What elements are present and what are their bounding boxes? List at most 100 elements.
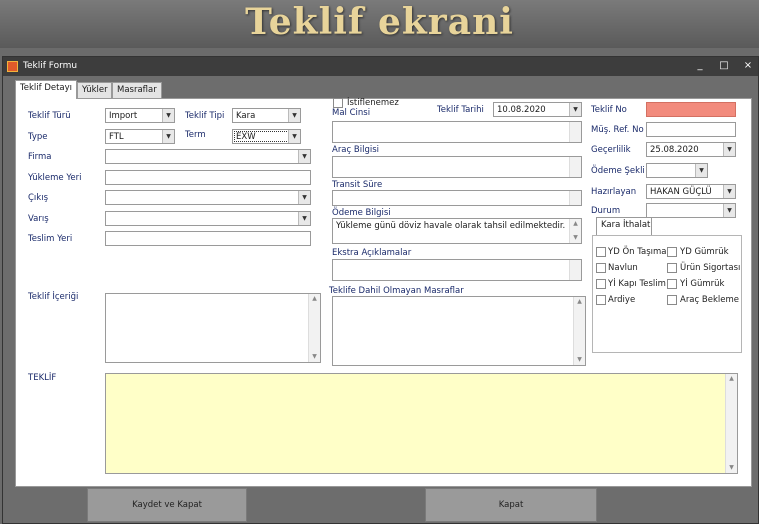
scroll-up-icon[interactable]: ▲	[726, 374, 737, 384]
transit-sure-textarea[interactable]	[332, 190, 582, 206]
scrollbar[interactable]: ▲ ▼	[569, 219, 581, 243]
mal-cinsi-label: Mal Cinsi	[332, 108, 371, 118]
arac-bilgisi-label: Araç Bilgisi	[332, 145, 379, 155]
teklif-icerigi-textarea[interactable]: ▲ ▼	[105, 293, 321, 363]
teklif-turu-label: Teklif Türü	[28, 111, 71, 121]
scroll-up-icon[interactable]: ▲	[574, 297, 585, 307]
form-client-area: Teklif Detayı Yükler Masraflar Teklif Tü…	[3, 76, 758, 523]
transit-sure-label: Transit Süre	[332, 180, 383, 190]
minimize-button[interactable]: _	[691, 59, 709, 73]
teklif-tipi-label: Teklif Tipi	[185, 111, 225, 121]
scrollbar[interactable]: ▲ ▼	[308, 294, 320, 362]
cikis-select[interactable]: ▼	[105, 190, 311, 205]
kaydet-ve-kapat-button[interactable]: Kaydet ve Kapat	[87, 488, 247, 522]
varis-label: Varış	[28, 214, 49, 224]
scroll-down-icon[interactable]: ▼	[570, 233, 581, 243]
arac-bekleme-checkbox[interactable]	[667, 295, 677, 305]
dropdown-arrow-icon[interactable]: ▼	[298, 191, 310, 204]
app-icon	[7, 61, 18, 72]
dropdown-arrow-icon[interactable]: ▼	[162, 109, 174, 122]
varis-select[interactable]: ▼	[105, 211, 311, 226]
ekstra-aciklamalar-label: Ekstra Açıklamalar	[332, 248, 412, 258]
teklif-textarea[interactable]: ▲ ▼	[105, 373, 738, 474]
yi-kapi-teslim-checkbox[interactable]	[596, 279, 606, 289]
gecerlilik-value: 25.08.2020	[650, 145, 699, 155]
term-select[interactable]: EXW ▼	[232, 129, 301, 144]
banner: Teklif ekrani	[0, 0, 759, 48]
dropdown-arrow-icon[interactable]: ▼	[298, 212, 310, 225]
scrollbar[interactable]	[569, 191, 581, 205]
scrollbar[interactable]: ▲ ▼	[573, 297, 585, 365]
kara-ithalat-tab[interactable]: Kara İthalat	[596, 217, 652, 235]
yd-gumruk-checkbox[interactable]	[667, 247, 677, 257]
dropdown-arrow-icon[interactable]: ▼	[162, 130, 174, 143]
dropdown-arrow-icon[interactable]: ▼	[288, 130, 300, 143]
scrollbar[interactable]: ▲ ▼	[725, 374, 737, 473]
dropdown-arrow-icon[interactable]: ▼	[723, 143, 735, 156]
yukleme-yeri-input[interactable]	[105, 170, 311, 185]
teklif-no-input[interactable]	[646, 102, 736, 117]
term-label: Term	[185, 130, 206, 140]
hazirlayan-select[interactable]: HAKAN GÜÇLÜ ▼	[646, 184, 736, 199]
mus-ref-no-input[interactable]	[646, 122, 736, 137]
urun-sigortasi-label: Ürün Sigortası	[680, 263, 741, 273]
dropdown-arrow-icon[interactable]: ▼	[298, 150, 310, 163]
teklif-turu-value: Import	[109, 111, 138, 121]
teslim-yeri-input[interactable]	[105, 231, 311, 246]
dropdown-arrow-icon[interactable]: ▼	[288, 109, 300, 122]
scroll-down-icon[interactable]: ▼	[574, 355, 585, 365]
scroll-up-icon[interactable]: ▲	[570, 219, 581, 229]
urun-sigortasi-checkbox[interactable]	[667, 263, 677, 273]
type-label: Type	[28, 132, 48, 142]
teklif-detayi-panel: Teklif Türü Import ▼ Teklif Tipi Kara ▼ …	[15, 98, 752, 487]
dahil-olmayan-textarea[interactable]: ▲ ▼	[332, 296, 586, 366]
teklif-no-label: Teklif No	[591, 105, 627, 115]
yd-on-tasima-checkbox[interactable]	[596, 247, 606, 257]
odeme-sekli-select[interactable]: ▼	[646, 163, 708, 178]
banner-title: Teklif ekrani	[245, 1, 514, 43]
kapat-button[interactable]: Kapat	[425, 488, 597, 522]
teklif-form-window: Teklif Formu _ □ × Teklif Detayı Yükler …	[2, 56, 759, 524]
mal-cinsi-textarea[interactable]	[332, 121, 582, 143]
yukleme-yeri-label: Yükleme Yeri	[28, 173, 82, 183]
odeme-bilgisi-label: Ödeme Bilgisi	[332, 208, 391, 218]
close-window-button[interactable]: ×	[739, 59, 757, 73]
type-select[interactable]: FTL ▼	[105, 129, 175, 144]
odeme-sekli-label: Ödeme Şekli	[591, 166, 645, 176]
dropdown-arrow-icon[interactable]: ▼	[695, 164, 707, 177]
yi-gumruk-checkbox[interactable]	[667, 279, 677, 289]
scroll-up-icon[interactable]: ▲	[309, 294, 320, 304]
durum-select[interactable]: ▼	[646, 203, 736, 218]
firma-label: Firma	[28, 152, 52, 162]
teklif-tarihi-value: 10.08.2020	[497, 105, 546, 115]
scroll-down-icon[interactable]: ▼	[726, 463, 737, 473]
gecerlilik-datepicker[interactable]: 25.08.2020 ▼	[646, 142, 736, 157]
firma-select[interactable]: ▼	[105, 149, 311, 164]
teklif-tarihi-datepicker[interactable]: 10.08.2020 ▼	[493, 102, 582, 117]
scrollbar[interactable]	[569, 122, 581, 142]
arac-bilgisi-textarea[interactable]	[332, 156, 582, 178]
teklif-turu-select[interactable]: Import ▼	[105, 108, 175, 123]
dropdown-arrow-icon[interactable]: ▼	[723, 204, 735, 217]
dropdown-arrow-icon[interactable]: ▼	[569, 103, 581, 116]
maximize-button[interactable]: □	[715, 59, 733, 73]
scroll-down-icon[interactable]: ▼	[309, 352, 320, 362]
tab-masraflar[interactable]: Masraflar	[112, 82, 162, 98]
scrollbar[interactable]	[569, 157, 581, 177]
navlun-label: Navlun	[608, 263, 638, 273]
term-value: EXW	[236, 132, 256, 142]
title-bar[interactable]: Teklif Formu _ □ ×	[3, 57, 758, 76]
tab-teklif-detayi[interactable]: Teklif Detayı	[15, 80, 77, 99]
teklif-icerigi-label: Teklif İçeriği	[28, 292, 79, 302]
teklif-tipi-select[interactable]: Kara ▼	[232, 108, 301, 123]
istiflenemez-label: İstiflenemez	[347, 98, 399, 108]
scrollbar[interactable]	[569, 260, 581, 280]
ekstra-aciklamalar-textarea[interactable]	[332, 259, 582, 281]
ardiye-checkbox[interactable]	[596, 295, 606, 305]
kara-ithalat-group: YD Ön Taşıma YD Gümrük Navlun Ürün Sigor…	[592, 235, 742, 353]
navlun-checkbox[interactable]	[596, 263, 606, 273]
odeme-bilgisi-textarea[interactable]: Yükleme günü döviz havale olarak tahsil …	[332, 218, 582, 244]
dropdown-arrow-icon[interactable]: ▼	[723, 185, 735, 198]
istiflenemez-checkbox[interactable]	[333, 98, 343, 108]
tab-yukler[interactable]: Yükler	[77, 82, 112, 98]
